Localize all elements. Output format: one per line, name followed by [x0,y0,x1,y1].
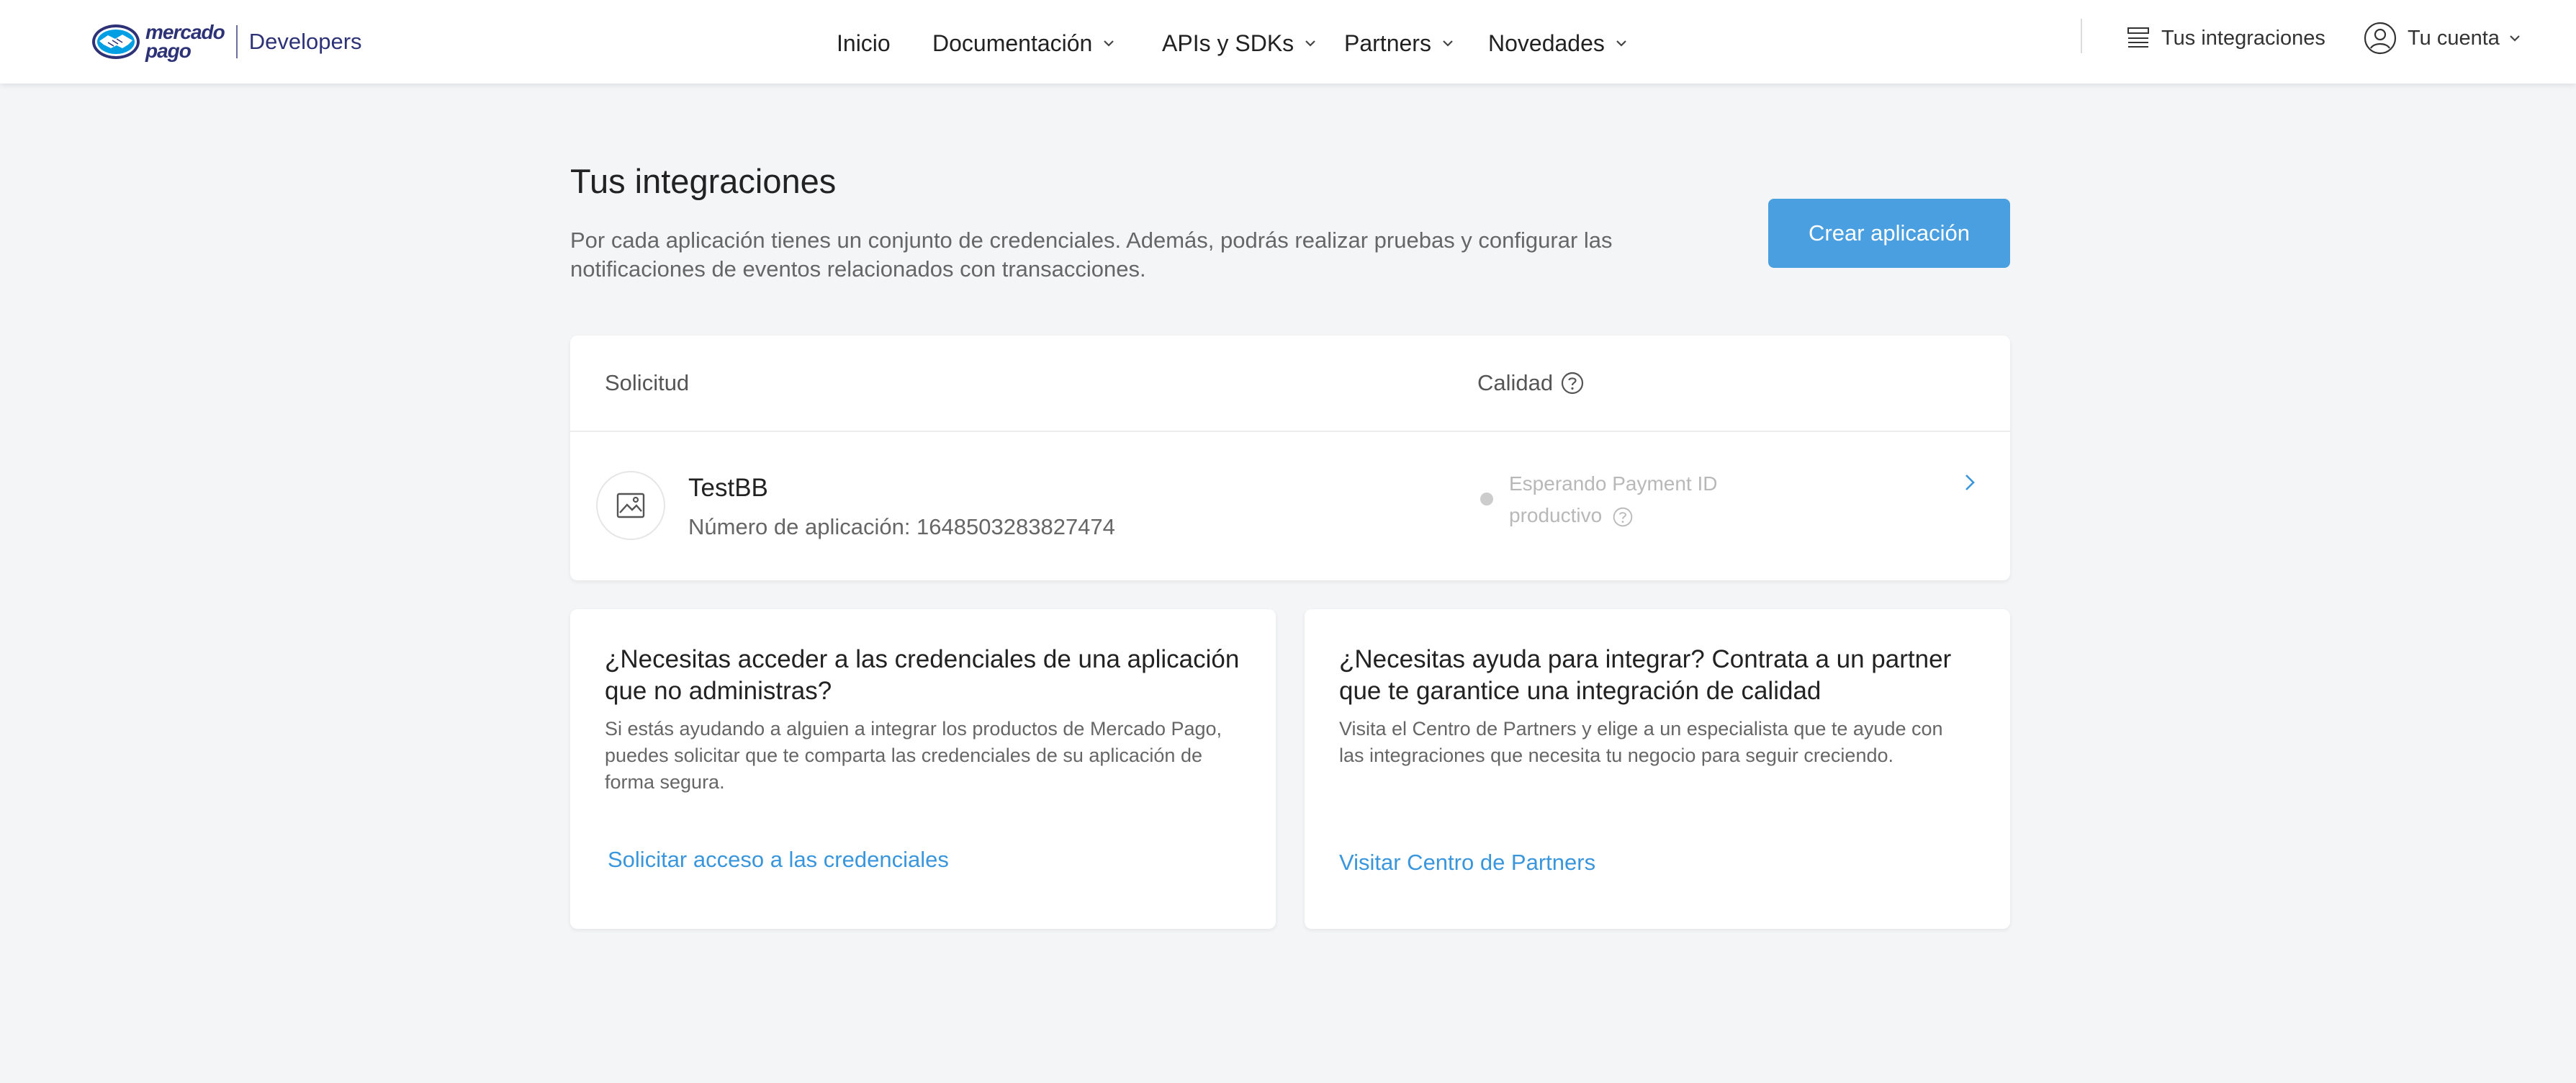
nav-documentacion-label: Documentación [932,30,1093,56]
credentials-card-description: Si estás ayudando a alguien a integrar l… [605,718,1222,793]
column-header-calidad-label: Calidad [1477,370,1554,395]
partners-card: ¿Necesitas ayuda para integrar? Contrata… [1305,609,2010,929]
nav-apis-sdks[interactable]: APIs y SDKs [1162,22,1317,65]
list-stack-icon [2127,27,2149,48]
partners-card-description: Visita el Centro de Partners y elige a u… [1339,718,1943,766]
chevron-down-icon [1104,40,1114,47]
nav-apis-sdks-label: APIs y SDKs [1162,30,1294,56]
nav-novedades-label: Novedades [1488,30,1605,56]
column-header-solicitud-label: Solicitud [605,370,690,395]
nav-partners-label: Partners [1344,30,1431,56]
request-credentials-link[interactable]: Solicitar acceso a las credenciales [608,847,949,873]
image-placeholder-icon [616,493,645,518]
tus-integraciones-link[interactable]: Tus integraciones [2125,19,2325,58]
top-header: mercado pago Developers Inicio Documenta… [0,0,2576,84]
status-dot [1480,493,1493,505]
nav-inicio[interactable]: Inicio [837,22,891,65]
table-divider [570,431,2010,432]
chevron-down-icon [1305,40,1315,47]
nav-partners[interactable]: Partners [1344,22,1454,65]
chevron-down-icon [1443,40,1453,47]
chevron-down-icon [2510,35,2520,42]
page-title: Tus integraciones [570,162,837,200]
application-name: TestBB [688,474,768,502]
nav-inicio-label: Inicio [837,30,891,56]
nav-novedades[interactable]: Novedades [1488,22,1628,65]
visit-partners-link[interactable]: Visitar Centro de Partners [1339,850,1595,876]
user-avatar-icon [2364,22,2397,55]
page-description: Por cada aplicación tienes un conjunto d… [570,228,1613,282]
application-number: Número de aplicación: 1648503283827474 [688,514,1115,539]
credentials-card-title: ¿Necesitas acceder a las credenciales de… [605,645,1240,705]
applications-table: Solicitud Calidad TestBB Número de aplic… [570,336,2010,580]
tus-integraciones-label: Tus integraciones [2161,26,2325,50]
partners-card-title: ¿Necesitas ayuda para integrar? Contrata… [1339,645,1952,705]
nav-documentacion[interactable]: Documentación [932,22,1115,65]
column-header-calidad: Calidad [1477,370,1585,396]
account-menu[interactable]: Tu cuenta [2363,19,2521,58]
chevron-down-icon [1616,40,1626,47]
quality-status: Esperando Payment ID productivo [1509,468,1747,531]
column-header-solicitud: Solicitud [605,370,689,396]
application-avatar [596,471,665,540]
create-application-button[interactable]: Crear aplicación [1768,199,2010,268]
header-separator [2081,19,2082,53]
credentials-access-card: ¿Necesitas acceder a las credenciales de… [570,609,1276,929]
account-label: Tu cuenta [2408,26,2500,50]
help-question-icon[interactable] [1560,371,1585,395]
help-question-icon[interactable] [1612,506,1634,528]
chevron-right-icon[interactable] [1961,469,1978,495]
